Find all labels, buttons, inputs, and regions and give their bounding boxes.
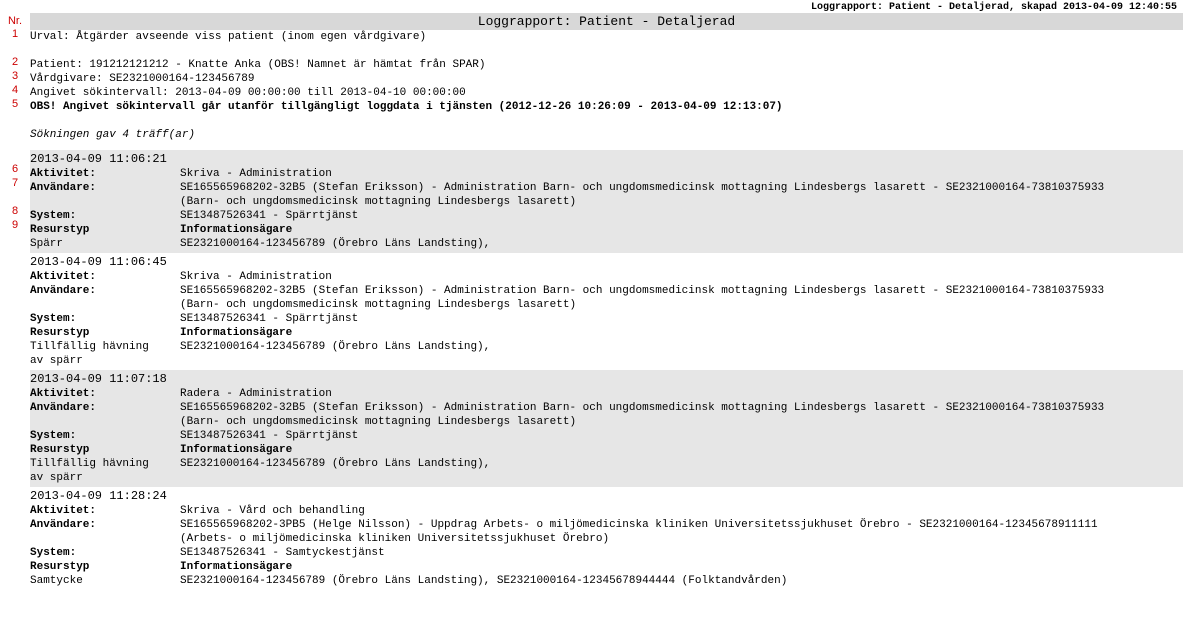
nr-7: 7 — [0, 176, 30, 190]
value-system: SE13487526341 - Spärrtjänst — [180, 209, 1183, 223]
log-entry: 2013-04-09 11:28:24 Aktivitet:Skriva - V… — [30, 487, 1183, 590]
value-anvandare-cont: (Barn- och ungdomsmedicinsk mottagning L… — [180, 195, 1183, 209]
resurs-value: SE2321000164-123456789 (Örebro Läns Land… — [180, 237, 1183, 251]
value-anvandare: SE165565968202-32B5 (Stefan Eriksson) - … — [180, 181, 1183, 195]
log-entry: 2013-04-09 11:06:45 Aktivitet:Skriva - A… — [30, 253, 1183, 370]
label-resurstyp: Resurstyp — [30, 223, 180, 237]
intervall-line: Angivet sökintervall: 2013-04-09 00:00:0… — [30, 86, 1183, 100]
entry-timestamp: 2013-04-09 11:28:24 — [30, 489, 1183, 504]
nr-5: 5 — [0, 97, 30, 111]
resurs-name: Spärr — [30, 237, 180, 251]
entry-timestamp: 2013-04-09 11:07:18 — [30, 372, 1183, 387]
report-title: Loggrapport: Patient - Detaljerad — [30, 13, 1183, 30]
nr-6: 6 — [0, 162, 30, 176]
nr-8: 8 — [0, 204, 30, 218]
log-entry: 2013-04-09 11:07:18 Aktivitet:Radera - A… — [30, 370, 1183, 487]
patient-line: Patient: 191212121212 - Knatte Anka (OBS… — [30, 58, 1183, 72]
nr-1: 1 — [0, 27, 30, 41]
vardgivare-line: Vårdgivare: SE2321000164-123456789 — [30, 72, 1183, 86]
entry-timestamp: 2013-04-09 11:06:45 — [30, 255, 1183, 270]
obs-line: OBS! Angivet sökintervall går utanför ti… — [30, 100, 1183, 114]
nr-4: 4 — [0, 83, 30, 97]
nr-2: 2 — [0, 55, 30, 69]
value-aktivitet: Skriva - Administration — [180, 167, 1183, 181]
log-entry: 2013-04-09 11:06:21 Aktivitet:Skriva - A… — [30, 150, 1183, 253]
result-count: Sökningen gav 4 träff(ar) — [30, 128, 1183, 142]
annotation-column: Nr. 1 2 3 4 5 6 7 8 9 — [0, 13, 30, 232]
entry-timestamp: 2013-04-09 11:06:21 — [30, 152, 1183, 167]
label-aktivitet: Aktivitet: — [30, 167, 180, 181]
report-meta: Loggrapport: Patient - Detaljerad, skapa… — [0, 0, 1183, 13]
label-system: System: — [30, 209, 180, 223]
label-infoagare: Informationsägare — [180, 223, 1183, 237]
nr-9: 9 — [0, 218, 30, 232]
urval-line: Urval: Åtgärder avseende viss patient (i… — [30, 30, 1183, 44]
label-anvandare: Användare: — [30, 181, 180, 195]
nr-3: 3 — [0, 69, 30, 83]
nr-header: Nr. — [0, 13, 30, 27]
